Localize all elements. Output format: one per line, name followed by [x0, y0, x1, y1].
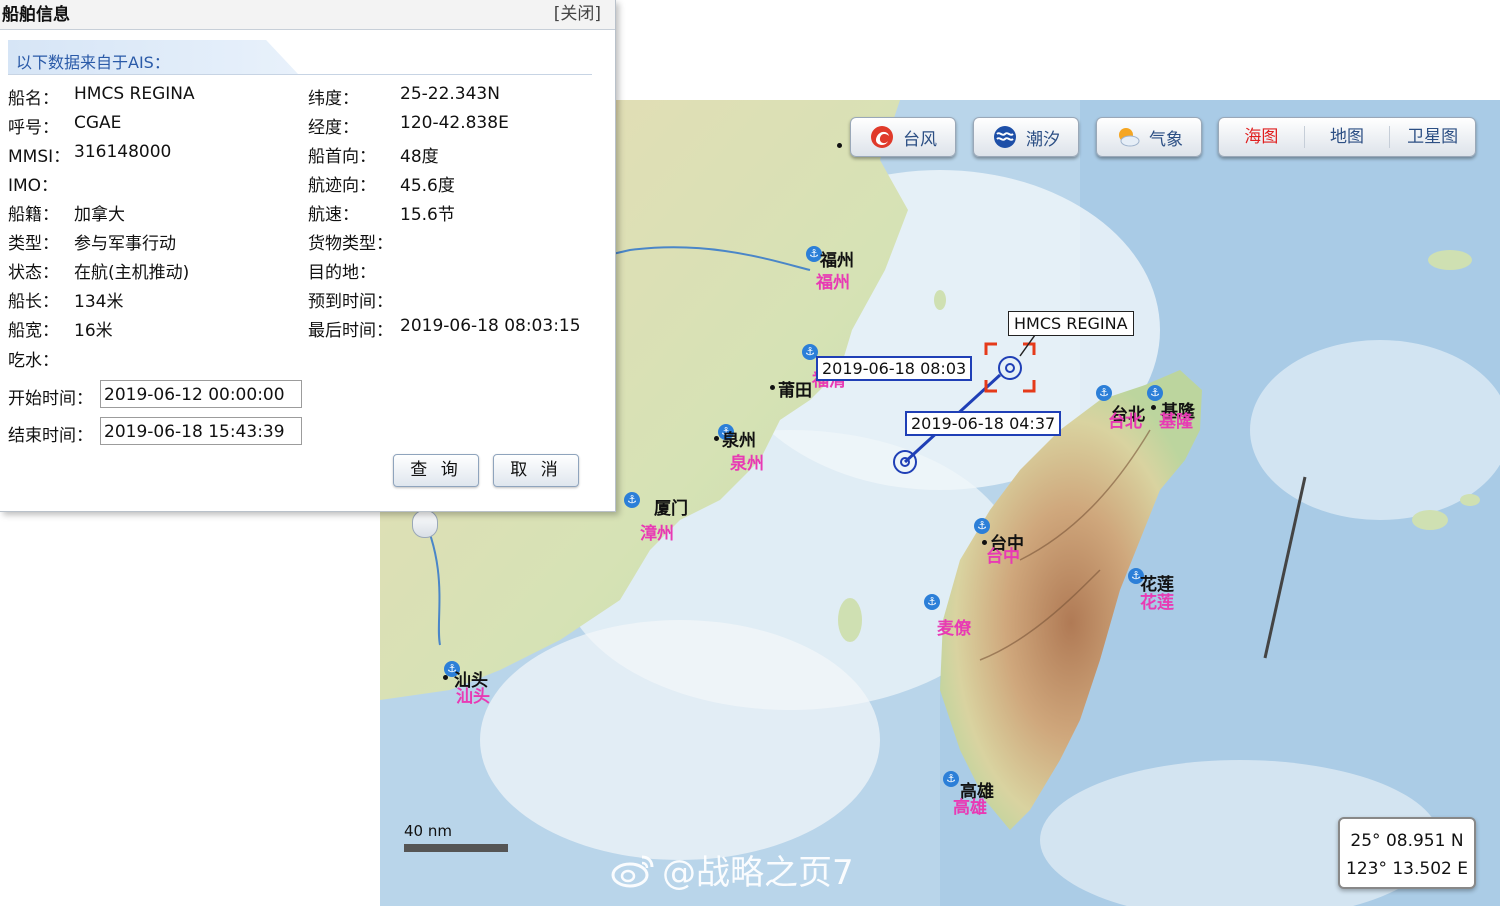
value-status: 在航(主机推动)	[74, 263, 190, 283]
dialog-header: 船舶信息 [关闭]	[0, 0, 615, 30]
port-anchor-icon[interactable]: ⚓	[974, 518, 990, 534]
port-label-taipei: 台北	[1108, 412, 1142, 432]
city-dot	[1151, 405, 1156, 410]
cursor-coordinates-panel: 25° 08.951 N 123° 13.502 E	[1338, 817, 1476, 889]
value-beam: 16米	[74, 321, 113, 341]
city-dot	[714, 436, 719, 441]
map-scale-bar: 40 nm	[404, 822, 508, 852]
port-label-zhangzhou: 漳州	[640, 524, 674, 544]
field-ship-name: 船名：	[8, 89, 59, 109]
port-label-keelung: 基隆	[1159, 412, 1193, 432]
weather-label: 气象	[1149, 129, 1183, 150]
field-course: 航迹向：	[308, 176, 376, 196]
field-imo: IMO：	[8, 176, 59, 196]
port-label-fuzhou: 福州	[816, 273, 850, 293]
ship-info-dialog: 船舶信息 [关闭] 以下数据来自于AIS： 船名： HMCS REGINA 呼号…	[0, 0, 616, 512]
value-course: 45.6度	[400, 176, 455, 196]
port-anchor-icon[interactable]: ⚓	[624, 492, 640, 508]
cancel-button[interactable]: 取 消	[493, 454, 579, 487]
port-anchor-icon[interactable]: ⚓	[943, 771, 959, 787]
port-label-taichung: 台中	[986, 547, 1020, 567]
map-type-switcher: 海图 地图 卫星图	[1218, 117, 1476, 157]
weather-layer-button[interactable]: 气象	[1096, 117, 1202, 157]
port-label-mailiao: 麦僚	[937, 619, 971, 639]
ship-name-label[interactable]: HMCS REGINA	[1008, 311, 1134, 336]
scale-bar-line	[404, 844, 508, 852]
value-flag: 加拿大	[74, 205, 125, 225]
typhoon-layer-button[interactable]: 台风	[850, 117, 956, 157]
field-beam: 船宽：	[8, 321, 59, 341]
value-heading: 48度	[400, 147, 439, 167]
field-eta: 预到时间：	[308, 292, 393, 312]
value-longitude: 120-42.838E	[400, 113, 509, 133]
city-label-putian: 莆田	[778, 381, 812, 401]
weibo-logo-icon	[611, 855, 654, 887]
tide-layer-button[interactable]: 潮汐	[973, 117, 1079, 157]
start-time-label: 开始时间：	[8, 389, 93, 409]
end-time-label: 结束时间：	[8, 426, 93, 446]
city-dot	[837, 143, 842, 148]
value-type: 参与军事行动	[74, 234, 176, 254]
track-start-time-label: 2019-06-18 04:37	[905, 411, 1062, 436]
dialog-title: 船舶信息	[2, 5, 70, 25]
value-mmsi: 316148000	[74, 142, 172, 162]
track-end-time-label: 2019-06-18 08:03	[816, 356, 973, 381]
map-type-chart[interactable]: 海图	[1219, 126, 1305, 148]
value-speed: 15.6节	[400, 205, 455, 225]
field-destination: 目的地：	[308, 263, 376, 283]
map-type-satellite[interactable]: 卫星图	[1390, 126, 1475, 148]
value-latitude: 25-22.343N	[400, 84, 500, 104]
start-time-input[interactable]	[100, 380, 302, 408]
value-callsign: CGAE	[74, 113, 122, 133]
map-type-map[interactable]: 地图	[1305, 126, 1391, 148]
cursor-latitude: 25° 08.951 N	[1350, 831, 1464, 851]
weibo-watermark: @战略之页7	[610, 845, 854, 894]
city-dot	[770, 385, 775, 390]
city-label-quanzhou: 泉州	[722, 431, 756, 451]
city-dot	[443, 675, 448, 680]
field-type: 类型：	[8, 234, 59, 254]
cursor-longitude: 123° 13.502 E	[1346, 859, 1468, 879]
port-label-hualien: 花莲	[1140, 593, 1174, 613]
value-length: 134米	[74, 292, 124, 312]
value-last-time: 2019-06-18 08:03:15	[400, 316, 581, 336]
field-heading: 船首向：	[308, 147, 376, 167]
close-link[interactable]: [关闭]	[554, 0, 601, 24]
weather-icon	[1119, 128, 1140, 147]
field-flag: 船籍：	[8, 205, 59, 225]
port-label-quanzhou: 泉州	[730, 454, 764, 474]
port-anchor-icon[interactable]: ⚓	[1096, 385, 1112, 401]
scale-label: 40 nm	[404, 822, 452, 840]
field-mmsi: MMSI：	[8, 147, 71, 167]
field-last-time: 最后时间：	[308, 321, 393, 341]
field-status: 状态：	[8, 263, 59, 283]
typhoon-label: 台风	[903, 129, 937, 150]
field-longitude: 经度：	[308, 118, 359, 138]
watermark-text: @战略之页7	[662, 853, 854, 893]
field-cargo-type: 货物类型：	[308, 234, 393, 254]
end-time-input[interactable]	[100, 417, 302, 445]
port-label-kaohsiung: 高雄	[953, 798, 987, 818]
typhoon-icon	[871, 126, 893, 148]
field-speed: 航速：	[308, 205, 359, 225]
port-label-shantou: 汕头	[456, 687, 490, 707]
ais-source-tab: 以下数据来自于AIS：	[8, 40, 592, 76]
tide-label: 潮汐	[1026, 129, 1060, 150]
value-ship-name: HMCS REGINA	[74, 84, 195, 104]
port-anchor-icon[interactable]: ⚓	[924, 594, 940, 610]
ais-source-label: 以下数据来自于AIS：	[16, 53, 170, 72]
zoom-slider-handle[interactable]	[412, 510, 438, 538]
field-draught: 吃水：	[8, 351, 59, 371]
tide-icon	[994, 126, 1016, 148]
field-length: 船长：	[8, 292, 59, 312]
field-callsign: 呼号：	[8, 118, 59, 138]
query-button[interactable]: 查 询	[393, 454, 479, 487]
field-latitude: 纬度：	[308, 89, 359, 109]
city-label-xiamen: 厦门	[654, 499, 688, 519]
